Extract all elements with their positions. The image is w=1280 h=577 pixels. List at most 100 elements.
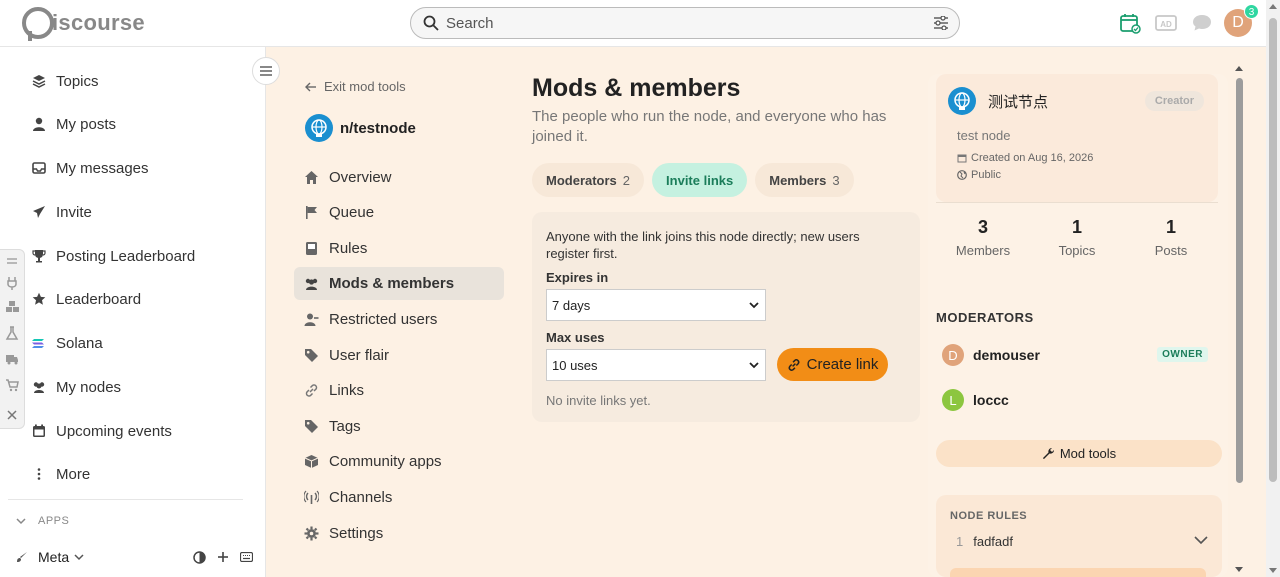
apps-section-toggle[interactable]: APPS bbox=[16, 515, 69, 527]
panel-node-header[interactable]: 测试节点 bbox=[948, 87, 1048, 115]
tab-invite-links[interactable]: Invite links bbox=[652, 163, 748, 197]
max-uses-select[interactable]: 10 uses bbox=[546, 349, 766, 381]
paper-plane-icon bbox=[33, 206, 45, 218]
nav-user-flair[interactable]: User flair bbox=[294, 339, 504, 372]
scroll-up-arrow[interactable] bbox=[1269, 4, 1277, 9]
chevron-down-icon bbox=[749, 302, 759, 309]
page-subtitle: The people who run the node, and everyon… bbox=[532, 108, 887, 145]
nav-channels[interactable]: Channels bbox=[294, 481, 504, 514]
sidebar-item-label: My posts bbox=[56, 115, 117, 133]
nav-settings[interactable]: Settings bbox=[294, 517, 504, 550]
exit-mod-tools-link[interactable]: Exit mod tools bbox=[305, 79, 406, 94]
rule-item[interactable]: 1 fadfadf bbox=[956, 534, 1013, 549]
scroll-up-arrow[interactable] bbox=[1235, 66, 1243, 71]
expires-select[interactable]: 7 days bbox=[546, 289, 766, 321]
globe-icon bbox=[957, 170, 967, 180]
flag-icon bbox=[306, 206, 317, 219]
apps-label: APPS bbox=[38, 515, 70, 527]
tab-members[interactable]: Members 3 bbox=[755, 163, 854, 197]
sidebar-item-label: Posting Leaderboard bbox=[56, 247, 196, 265]
scrollbar-thumb[interactable] bbox=[1269, 18, 1277, 482]
nav-label: Mods & members bbox=[329, 275, 455, 292]
scroll-down-arrow[interactable] bbox=[1235, 567, 1243, 572]
meta-selector[interactable]: Meta bbox=[38, 549, 84, 565]
search-input[interactable]: Search bbox=[410, 7, 960, 39]
sidebar-item-topics[interactable]: Topics bbox=[32, 70, 99, 92]
sliders-icon[interactable] bbox=[933, 16, 949, 30]
node-header[interactable]: n/testnode bbox=[305, 114, 416, 142]
book-icon bbox=[306, 242, 317, 255]
floating-dev-toolbar bbox=[0, 249, 25, 429]
nav-restricted-users[interactable]: Restricted users bbox=[294, 303, 504, 336]
broadcast-icon bbox=[304, 490, 319, 504]
stat-topics: 1 Topics bbox=[1030, 217, 1124, 277]
node-stats: 3 Members 1 Topics 1 Posts bbox=[936, 217, 1218, 277]
close-icon[interactable] bbox=[5, 408, 19, 422]
panel-scrollbar[interactable] bbox=[1234, 66, 1244, 572]
sidebar-item-label: My messages bbox=[56, 159, 149, 177]
cart-icon[interactable] bbox=[5, 378, 19, 392]
divider bbox=[936, 202, 1218, 203]
sidebar-item-leaderboard[interactable]: Leaderboard bbox=[32, 288, 141, 310]
sidebar-item-label: Invite bbox=[56, 203, 92, 221]
creator-badge: Creator bbox=[1144, 91, 1204, 111]
sidebar-item-my-messages[interactable]: My messages bbox=[32, 157, 149, 179]
empty-state-text: No invite links yet. bbox=[546, 393, 651, 408]
tab-label: Moderators bbox=[546, 172, 617, 188]
search-placeholder: Search bbox=[446, 15, 494, 32]
sidebar-collapse-button[interactable] bbox=[252, 57, 280, 85]
sidebar-item-my-nodes[interactable]: My nodes bbox=[32, 376, 121, 398]
plug-icon[interactable] bbox=[5, 276, 19, 290]
nav-tags[interactable]: Tags bbox=[294, 410, 504, 443]
max-uses-value: 10 uses bbox=[552, 357, 598, 373]
cubes-icon[interactable] bbox=[5, 300, 19, 314]
nav-links[interactable]: Links bbox=[294, 374, 504, 407]
expires-value: 7 days bbox=[552, 297, 591, 313]
sidebar-item-label: Upcoming events bbox=[56, 422, 172, 440]
avatar: L bbox=[942, 389, 964, 411]
discourse-logo[interactable]: iscourse bbox=[22, 5, 145, 41]
visibility-text: Public bbox=[971, 169, 1001, 181]
nav-label: Community apps bbox=[329, 453, 442, 470]
moderator-row[interactable]: L loccc bbox=[942, 387, 1214, 413]
drag-handle-icon[interactable] bbox=[5, 254, 19, 268]
sidebar-item-more[interactable]: More bbox=[32, 463, 90, 485]
user-minus-icon bbox=[304, 313, 319, 326]
ad-icon[interactable]: AD bbox=[1155, 12, 1177, 34]
scrollbar-thumb[interactable] bbox=[1236, 78, 1243, 483]
sidebar-item-invite[interactable]: Invite bbox=[32, 201, 92, 223]
nav-rules[interactable]: Rules bbox=[294, 232, 504, 265]
chevron-down-icon bbox=[74, 554, 84, 561]
chevron-down-icon[interactable] bbox=[1194, 536, 1208, 545]
sidebar-item-my-posts[interactable]: My posts bbox=[32, 113, 116, 135]
moderator-row[interactable]: D demouser OWNER bbox=[942, 342, 1214, 368]
nav-mods-members[interactable]: Mods & members bbox=[294, 267, 504, 300]
plus-icon[interactable] bbox=[217, 551, 229, 563]
nav-community-apps[interactable]: Community apps bbox=[294, 445, 504, 478]
nav-overview[interactable]: Overview bbox=[294, 161, 504, 194]
sidebar-item-posting-leaderboard[interactable]: Posting Leaderboard bbox=[32, 245, 195, 267]
tab-moderators[interactable]: Moderators 2 bbox=[532, 163, 645, 197]
mod-tools-label: Mod tools bbox=[1059, 446, 1117, 461]
calendar-icon bbox=[957, 154, 967, 163]
mod-tools-button[interactable]: Mod tools bbox=[936, 440, 1222, 467]
logo-mark-icon bbox=[22, 7, 54, 41]
vertical-dots-icon bbox=[37, 468, 41, 480]
create-link-button[interactable]: Create link bbox=[777, 348, 888, 381]
nav-queue[interactable]: Queue bbox=[294, 196, 504, 229]
moderator-name: loccc bbox=[973, 392, 1009, 408]
sidebar-item-upcoming-events[interactable]: Upcoming events bbox=[32, 420, 172, 442]
flask-icon[interactable] bbox=[5, 326, 19, 340]
nav-label: Queue bbox=[329, 204, 375, 221]
keyboard-icon[interactable] bbox=[240, 552, 253, 562]
sidebar-item-solana[interactable]: Solana bbox=[32, 332, 103, 354]
calendar-check-icon[interactable] bbox=[1119, 12, 1141, 34]
chat-bubble-icon[interactable] bbox=[1191, 12, 1213, 34]
scroll-down-arrow[interactable] bbox=[1269, 568, 1277, 573]
meta-label: Meta bbox=[38, 549, 70, 565]
expires-label: Expires in bbox=[546, 270, 609, 285]
nav-label: Channels bbox=[329, 489, 393, 506]
truck-icon[interactable] bbox=[5, 352, 19, 366]
theme-toggle-icon[interactable] bbox=[193, 550, 206, 564]
page-scrollbar[interactable] bbox=[1266, 0, 1280, 577]
